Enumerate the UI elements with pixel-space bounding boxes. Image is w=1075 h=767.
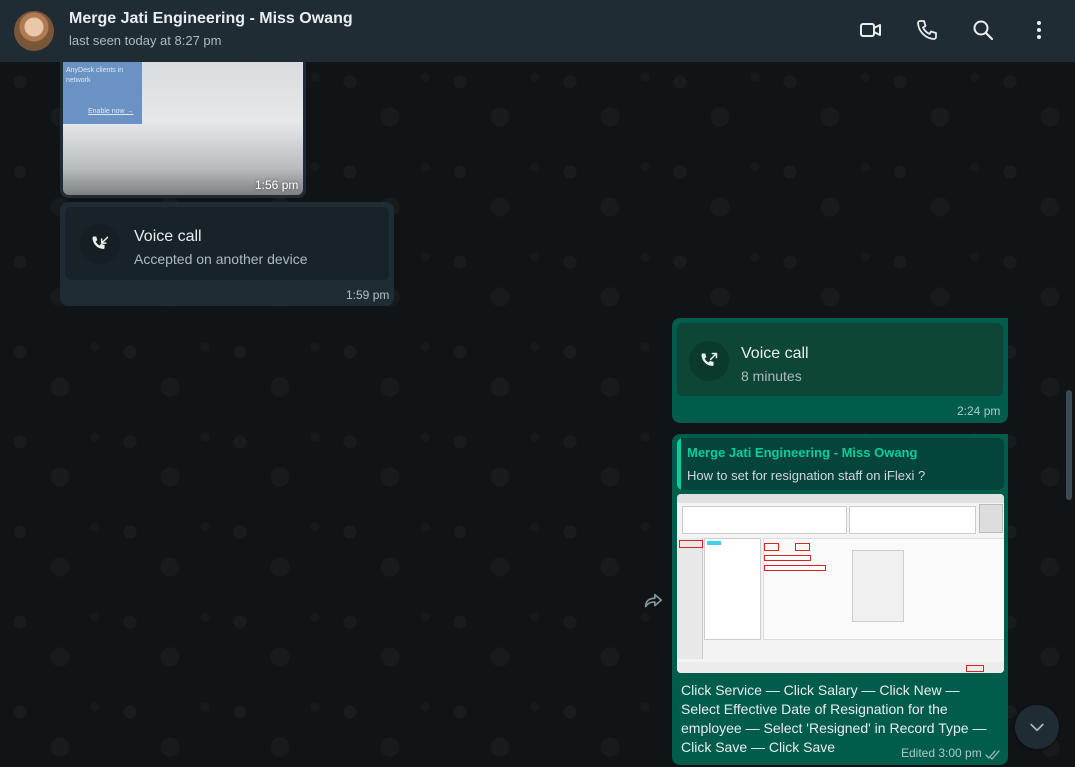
contact-name[interactable]: Merge Jati Engineering - Miss Owang [69, 10, 353, 28]
video-call-icon[interactable] [859, 18, 883, 42]
missed-call-arrow-icon [80, 224, 120, 264]
call-title: Voice call [134, 228, 202, 245]
call-title: Voice call [741, 345, 809, 362]
message-meta: Edited 3:00 pm [901, 746, 982, 760]
outgoing-voice-call-message[interactable]: Voice call 8 minutes 2:24 pm [672, 318, 1008, 423]
chat-scrollbar[interactable] [1066, 390, 1072, 500]
last-seen-status: last seen today at 8:27 pm [69, 33, 222, 48]
quoted-sender: Merge Jati Engineering - Miss Owang [687, 445, 918, 460]
image-text-enable: Enable now → [88, 108, 134, 115]
forward-icon[interactable] [640, 588, 666, 614]
quoted-message[interactable]: Merge Jati Engineering - Miss Owang How … [677, 438, 1004, 490]
quoted-text: How to set for resignation staff on iFle… [687, 468, 926, 483]
call-subtitle: Accepted on another device [134, 251, 308, 267]
incoming-image-message[interactable]: AnyDesk clients in network Enable now → … [60, 50, 306, 198]
outgoing-call-arrow-icon [689, 341, 729, 381]
scroll-to-bottom-button[interactable] [1015, 705, 1059, 749]
voice-call-icon[interactable] [915, 18, 939, 42]
call-card[interactable]: Voice call 8 minutes [677, 323, 1003, 396]
search-icon[interactable] [971, 18, 995, 42]
quote-bar [677, 438, 681, 490]
image-text-anydesk: AnyDesk clients in network [66, 67, 124, 84]
message-time: 1:56 pm [255, 178, 299, 192]
avatar[interactable] [14, 11, 54, 51]
message-time: 2:24 pm [957, 404, 1001, 418]
incoming-voice-call-message[interactable]: Voice call Accepted on another device 1:… [60, 202, 394, 306]
chevron-down-icon [1030, 723, 1044, 732]
call-card[interactable]: Voice call Accepted on another device [65, 207, 389, 280]
call-subtitle: 8 minutes [741, 368, 802, 384]
menu-icon[interactable] [1027, 18, 1051, 42]
read-receipt-icon [985, 747, 1001, 765]
image-thumbnail[interactable]: AnyDesk clients in network Enable now → [63, 62, 303, 195]
message-time: 1:59 pm [346, 288, 390, 302]
attached-screenshot-image[interactable] [677, 494, 1004, 673]
